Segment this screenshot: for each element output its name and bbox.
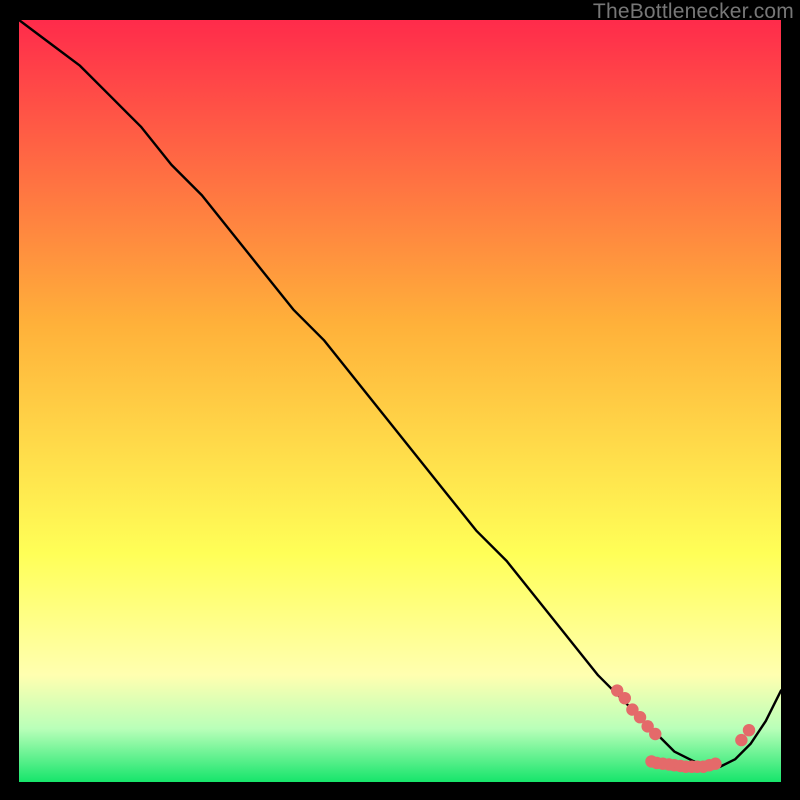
chart-stage: TheBottlenecker.com — [0, 0, 800, 800]
data-point-marker — [709, 758, 721, 770]
data-point-marker — [743, 724, 755, 736]
gradient-bg — [19, 20, 781, 782]
data-point-marker — [619, 692, 631, 704]
data-point-marker — [649, 728, 661, 740]
data-point-marker — [735, 734, 747, 746]
chart-plot — [19, 20, 781, 782]
